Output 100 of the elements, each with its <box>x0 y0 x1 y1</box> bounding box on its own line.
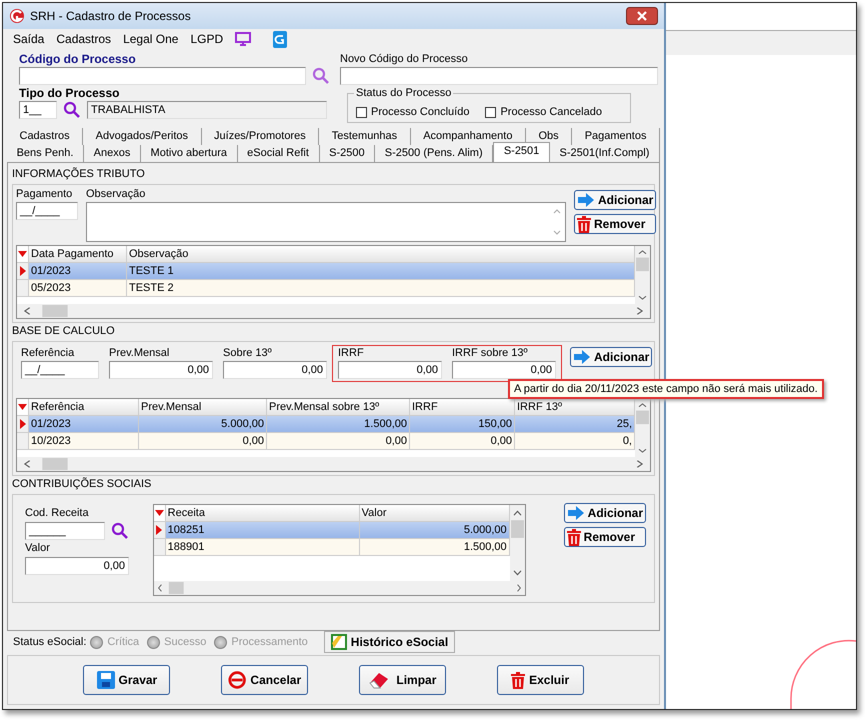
arc-drawing <box>790 639 856 709</box>
input-field[interactable]: __/____ <box>21 361 99 379</box>
table-cell: 05/2023 <box>29 280 127 297</box>
tab[interactable]: Testemunhas <box>319 128 411 145</box>
field-label: Valor <box>25 542 51 555</box>
sort-icon[interactable] <box>154 510 164 516</box>
input-field[interactable]: 0,00 <box>223 361 327 379</box>
input-field[interactable]: 1__ <box>19 101 57 119</box>
radio-label: Processamento <box>231 636 308 648</box>
monitor-icon[interactable] <box>235 32 252 46</box>
row-pointer-icon <box>156 525 162 535</box>
table-cell: 1.500,00 <box>360 539 510 556</box>
menu-item[interactable]: Cadastros <box>56 32 112 46</box>
document-icon <box>330 634 347 650</box>
column-header[interactable]: IRRF 13º <box>515 399 635 416</box>
input-field[interactable] <box>340 67 658 85</box>
input-field[interactable]: __/____ <box>16 202 78 220</box>
field-label: IRRF <box>338 347 365 360</box>
clear-button[interactable]: Limpar <box>358 665 446 695</box>
horizontal-scrollbar[interactable] <box>16 457 651 472</box>
add-button[interactable]: Adicionar <box>564 503 646 523</box>
close-button[interactable] <box>626 7 658 25</box>
input-field[interactable]: ______ <box>25 522 105 540</box>
column-header[interactable]: Data Pagamento <box>29 246 127 263</box>
save-button[interactable]: Gravar <box>83 665 170 695</box>
field-label: Prev.Mensal <box>109 347 170 360</box>
tab[interactable]: Juízes/Promotores <box>202 128 320 145</box>
tab[interactable]: Pagamentos <box>572 128 660 145</box>
group-title: Status do Processo <box>354 87 454 99</box>
section-title: INFORMAÇÕES TRIBUTO <box>12 167 146 182</box>
add-button[interactable]: Adicionar <box>574 190 656 210</box>
search-icon[interactable] <box>111 522 129 540</box>
vertical-scrollbar[interactable] <box>635 246 650 304</box>
trash-icon <box>566 528 581 546</box>
remove-button[interactable]: Remover <box>564 527 646 547</box>
table-cell: 0,00 <box>410 433 515 450</box>
text-area[interactable] <box>86 202 566 242</box>
column-header[interactable]: Observação <box>127 246 635 263</box>
status-label: Status eSocial: <box>13 636 86 648</box>
table-row[interactable]: 01/2023 5.000,00 1.500,00 150,00 25, <box>17 416 635 433</box>
arrow-icon <box>573 349 591 365</box>
field-label: Tipo do Processo <box>19 87 120 100</box>
menu-item[interactable]: LGPD <box>190 32 224 46</box>
table-row[interactable]: 188901 1.500,00 <box>154 539 510 556</box>
input-field[interactable]: 0,00 <box>452 361 556 379</box>
radio-label: Crítica <box>107 636 140 648</box>
checkbox[interactable] <box>485 106 496 118</box>
search-icon[interactable] <box>312 67 330 85</box>
tab[interactable]: S-2501 <box>493 142 550 162</box>
radio-label: Sucesso <box>164 636 206 648</box>
column-header[interactable]: Receita <box>166 505 360 522</box>
table-row[interactable]: 108251 5.000,00 <box>154 522 510 539</box>
search-icon[interactable] <box>63 101 81 119</box>
column-header[interactable]: Prev.Mensal sobre 13º <box>267 399 410 416</box>
horizontal-scrollbar[interactable] <box>152 581 526 596</box>
horizontal-scrollbar[interactable] <box>16 304 651 319</box>
vertical-scrollbar[interactable] <box>510 505 525 581</box>
delete-button[interactable]: Excluir <box>496 665 584 695</box>
input-field[interactable]: 0,00 <box>338 361 442 379</box>
cancel-button[interactable]: Cancelar <box>221 665 308 695</box>
input-field[interactable]: 0,00 <box>109 361 213 379</box>
section-title: CONTRIBUIÇÕES SOCIAIS <box>12 477 152 492</box>
checkbox-label: Processo Cancelado <box>500 106 602 118</box>
checkbox-label: Processo Concluído <box>371 106 470 118</box>
input-field: TRABALHISTA <box>87 101 327 119</box>
menu-item[interactable]: Legal One <box>123 32 178 46</box>
sort-icon[interactable] <box>18 251 27 257</box>
column-header[interactable]: Prev.Mensal <box>139 399 267 416</box>
field-label: Observação <box>86 188 146 201</box>
menu-item[interactable]: Saída <box>13 32 44 46</box>
add-button[interactable]: Adicionar <box>570 347 652 367</box>
table-cell: 188901 <box>166 539 360 556</box>
checkbox[interactable] <box>356 106 367 118</box>
remove-button[interactable]: Remover <box>574 214 656 234</box>
section-title: BASE DE CALCULO <box>12 324 116 339</box>
row-pointer-icon <box>20 266 26 276</box>
table-row[interactable]: 05/2023 TESTE 2 <box>17 280 635 297</box>
field-label: Código do Processo <box>19 53 137 66</box>
table-cell: 0,00 <box>267 433 410 450</box>
tooltip: A partir do dia 20/11/2023 este campo não será mais utilizado. <box>508 379 824 399</box>
table-row[interactable]: 01/2023 TESTE 1 <box>17 263 635 280</box>
column-header[interactable]: Valor <box>360 505 510 522</box>
history-button[interactable]: Histórico eSocial <box>324 631 456 653</box>
row-pointer-icon <box>20 419 26 429</box>
tab[interactable]: Advogados/Peritos <box>83 128 202 145</box>
vertical-scrollbar[interactable] <box>635 399 650 457</box>
column-header[interactable]: Referência <box>29 399 139 416</box>
trash-icon <box>577 216 591 232</box>
field-label: Novo Código do Processo <box>340 53 469 66</box>
field-label: IRRF sobre 13º <box>452 347 529 360</box>
tab[interactable]: Cadastros <box>7 128 84 145</box>
table-row[interactable]: 10/2023 0,00 0,00 0,00 0, <box>17 433 635 450</box>
prohibited-icon <box>228 670 246 690</box>
field-label: Cod. Receita <box>25 507 90 520</box>
input-field[interactable] <box>19 67 306 85</box>
document-icon[interactable] <box>273 30 288 48</box>
field-label: Sobre 13º <box>223 347 273 360</box>
input-field[interactable]: 0,00 <box>25 557 129 575</box>
column-header[interactable]: IRRF <box>410 399 515 416</box>
sort-icon[interactable] <box>18 404 27 410</box>
